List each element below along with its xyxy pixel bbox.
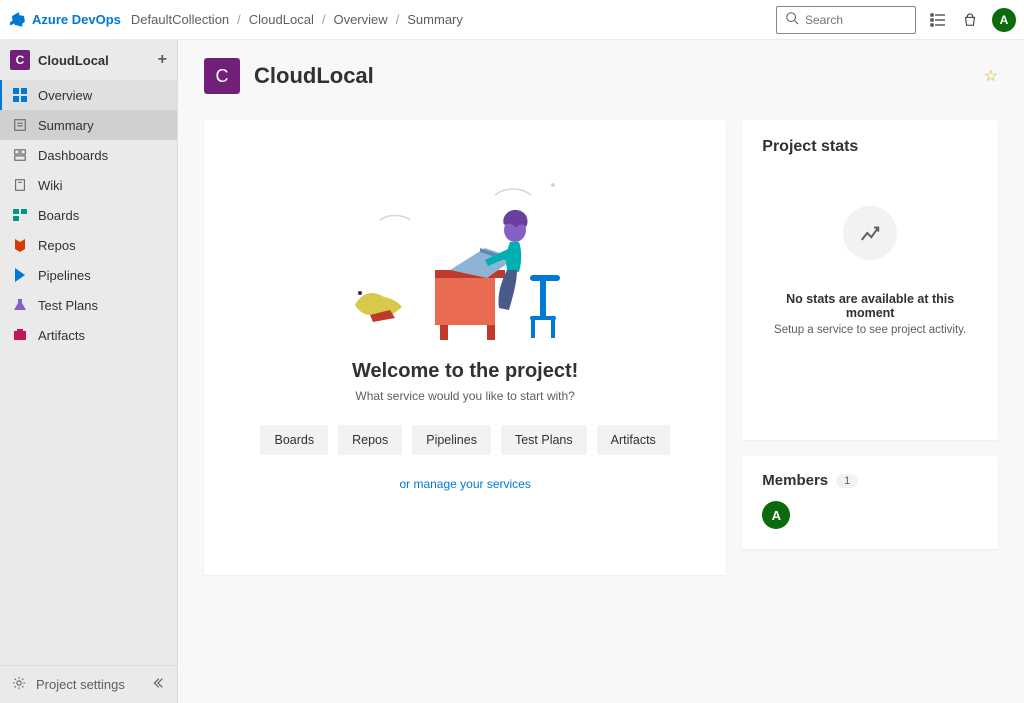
- sidebar-item-repos[interactable]: Repos: [0, 230, 177, 260]
- breadcrumb: DefaultCollection / CloudLocal / Overvie…: [131, 12, 463, 27]
- breadcrumb-item[interactable]: Summary: [407, 12, 463, 27]
- project-settings-label: Project settings: [36, 677, 125, 692]
- topbar-left: Azure DevOps DefaultCollection / CloudLo…: [8, 11, 463, 29]
- search-icon: [785, 11, 805, 28]
- breadcrumb-sep: /: [237, 12, 241, 27]
- breadcrumb-item[interactable]: Overview: [333, 12, 387, 27]
- welcome-card: Welcome to the project! What service wou…: [204, 120, 726, 575]
- member-avatar[interactable]: A: [762, 501, 790, 529]
- sidebar: C CloudLocal + Overview Summary Dashboar…: [0, 40, 178, 703]
- sidebar-item-label: Test Plans: [38, 298, 98, 313]
- breadcrumb-item[interactable]: DefaultCollection: [131, 12, 229, 27]
- sidebar-item-label: Wiki: [38, 178, 63, 193]
- stats-message: No stats are available at this moment: [762, 292, 978, 320]
- topbar: Azure DevOps DefaultCollection / CloudLo…: [0, 0, 1024, 40]
- sidebar-item-dashboards[interactable]: Dashboards: [0, 140, 177, 170]
- favorite-star-icon[interactable]: ☆: [984, 66, 998, 86]
- artifacts-icon: [12, 327, 28, 343]
- sidebar-item-label: Dashboards: [38, 148, 108, 163]
- shopping-bag-icon[interactable]: [960, 10, 980, 30]
- sidebar-item-artifacts[interactable]: Artifacts: [0, 320, 177, 350]
- dashboards-icon: [12, 147, 28, 163]
- sidebar-item-label: Artifacts: [38, 328, 85, 343]
- stats-body: No stats are available at this moment Se…: [762, 206, 978, 336]
- sidebar-item-label: Pipelines: [38, 268, 91, 283]
- members-count-badge: 1: [836, 474, 858, 488]
- add-icon[interactable]: +: [158, 51, 167, 69]
- wiki-icon: [12, 177, 28, 193]
- service-button-repos[interactable]: Repos: [338, 425, 402, 455]
- welcome-illustration: [234, 160, 696, 340]
- project-row[interactable]: C CloudLocal +: [0, 40, 177, 80]
- project-stats-card: Project stats No stats are available at …: [742, 120, 998, 440]
- search-input[interactable]: [805, 13, 907, 27]
- repos-icon: [12, 237, 28, 253]
- service-button-pipelines[interactable]: Pipelines: [412, 425, 491, 455]
- sidebar-item-label: Summary: [38, 118, 94, 133]
- work-items-icon[interactable]: [928, 10, 948, 30]
- gear-icon: [12, 676, 26, 693]
- sidebar-item-wiki[interactable]: Wiki: [0, 170, 177, 200]
- sidebar-item-label: Overview: [38, 88, 92, 103]
- user-avatar[interactable]: A: [992, 8, 1016, 32]
- main-body: Welcome to the project! What service wou…: [178, 94, 1024, 601]
- chart-placeholder-icon: [843, 206, 897, 260]
- project-tile-icon: C: [10, 50, 30, 70]
- main: C CloudLocal ☆: [178, 40, 1024, 703]
- page-title: CloudLocal: [254, 63, 374, 89]
- right-column: Project stats No stats are available at …: [742, 120, 998, 549]
- shell: C CloudLocal + Overview Summary Dashboar…: [0, 40, 1024, 703]
- sidebar-spacer: [0, 350, 177, 665]
- azure-devops-logo-icon[interactable]: [7, 9, 27, 29]
- main-header: C CloudLocal ☆: [178, 40, 1024, 94]
- service-button-test-plans[interactable]: Test Plans: [501, 425, 587, 455]
- breadcrumb-sep: /: [396, 12, 400, 27]
- stats-title: Project stats: [762, 138, 978, 156]
- service-button-artifacts[interactable]: Artifacts: [597, 425, 670, 455]
- sidebar-item-pipelines[interactable]: Pipelines: [0, 260, 177, 290]
- sidebar-item-overview[interactable]: Overview: [0, 80, 177, 110]
- welcome-subheading: What service would you like to start wit…: [234, 389, 696, 403]
- topbar-right: A: [776, 6, 1016, 34]
- sidebar-item-test-plans[interactable]: Test Plans: [0, 290, 177, 320]
- members-card: Members 1 A: [742, 456, 998, 549]
- boards-icon: [12, 207, 28, 223]
- summary-icon: [12, 117, 28, 133]
- sidebar-footer[interactable]: Project settings: [0, 665, 177, 703]
- collapse-icon[interactable]: [151, 676, 165, 693]
- search-box[interactable]: [776, 6, 916, 34]
- service-buttons-row: Boards Repos Pipelines Test Plans Artifa…: [234, 425, 696, 455]
- sidebar-nav: Overview Summary Dashboards Wiki Boards …: [0, 80, 177, 350]
- sidebar-item-label: Repos: [38, 238, 76, 253]
- welcome-heading: Welcome to the project!: [234, 360, 696, 383]
- sidebar-item-boards[interactable]: Boards: [0, 200, 177, 230]
- members-title-row: Members 1: [762, 472, 978, 489]
- manage-services-link[interactable]: or manage your services: [234, 477, 696, 491]
- members-title: Members: [762, 472, 828, 489]
- breadcrumb-item[interactable]: CloudLocal: [249, 12, 314, 27]
- breadcrumb-sep: /: [322, 12, 326, 27]
- brand-link[interactable]: Azure DevOps: [32, 12, 121, 27]
- test-plans-icon: [12, 297, 28, 313]
- sidebar-item-label: Boards: [38, 208, 79, 223]
- sidebar-item-summary[interactable]: Summary: [0, 110, 177, 140]
- overview-icon: [12, 87, 28, 103]
- pipelines-icon: [12, 267, 28, 283]
- project-name: CloudLocal: [38, 53, 109, 68]
- service-button-boards[interactable]: Boards: [260, 425, 328, 455]
- stats-sub: Setup a service to see project activity.: [762, 324, 978, 336]
- project-tile-large: C: [204, 58, 240, 94]
